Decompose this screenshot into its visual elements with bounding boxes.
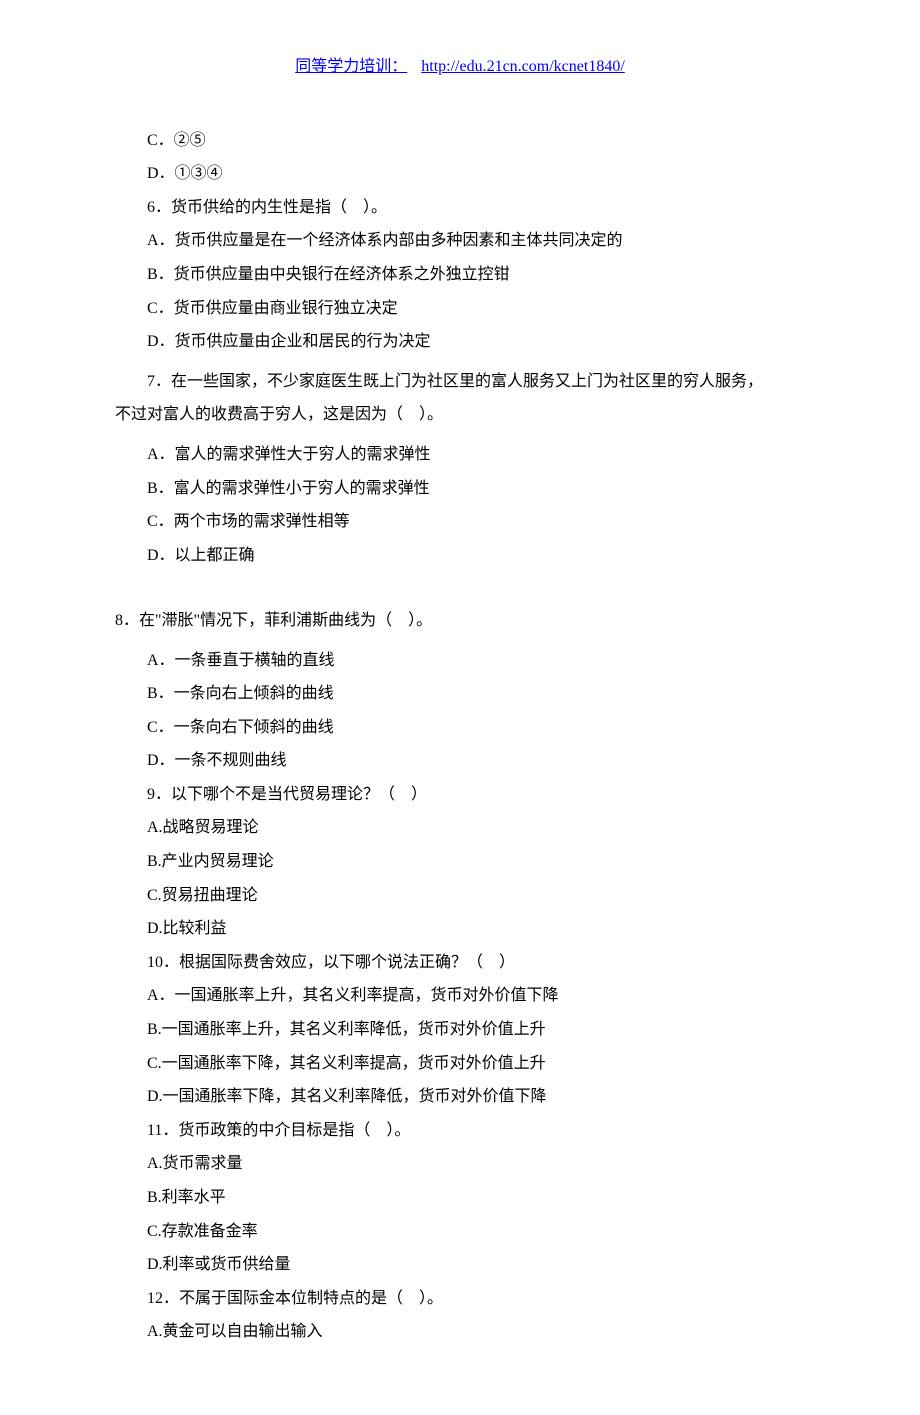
text-line: B.一国通胀率上升，其名义利率降低，货币对外价值上升 [115,1013,805,1047]
text-line: C.贸易扭曲理论 [115,879,805,913]
text-line: C.一国通胀率下降，其名义利率提高，货币对外价值上升 [115,1047,805,1081]
text-line: D．货币供应量由企业和居民的行为决定 [115,325,805,359]
text-line: C．一条向右下倾斜的曲线 [115,711,805,745]
text-line: D.一国通胀率下降，其名义利率降低，货币对外价值下降 [115,1080,805,1114]
text-line: B.产业内贸易理论 [115,845,805,879]
text-line: D．一条不规则曲线 [115,744,805,778]
header-training-link[interactable]: 同等学力培训： [295,58,407,75]
text-block: 8．在"滞胀"情况下，菲利浦斯曲线为（ ）。 [115,604,805,638]
text-line: A．一国通胀率上升，其名义利率提高，货币对外价值下降 [115,979,805,1013]
text-block: A．富人的需求弹性大于穷人的需求弹性B．富人的需求弹性小于穷人的需求弹性C．两个… [115,438,805,572]
text-line: 9．以下哪个不是当代贸易理论？（ ） [115,778,805,812]
text-line: B．一条向右上倾斜的曲线 [115,677,805,711]
text-line: 6．货币供给的内生性是指（ ）。 [115,191,805,225]
text-line: 10．根据国际费舍效应，以下哪个说法正确？（ ） [115,946,805,980]
text-line: B．富人的需求弹性小于穷人的需求弹性 [115,472,805,506]
spacer [115,578,805,604]
page-header: 同等学力培训： http://edu.21cn.com/kcnet1840/ [115,50,805,84]
text-line: 12．不属于国际金本位制特点的是（ ）。 [115,1282,805,1316]
text-line: D.利率或货币供给量 [115,1248,805,1282]
question-block: 7．在一些国家，不少家庭医生既上门为社区里的富人服务又上门为社区里的穷人服务，不… [115,365,805,432]
text-line: 8．在"滞胀"情况下，菲利浦斯曲线为（ ）。 [115,604,805,638]
text-line: A.战略贸易理论 [115,811,805,845]
text-line: 11．货币政策的中介目标是指（ ）。 [115,1114,805,1148]
text-line: B．货币供应量由中央银行在经济体系之外独立控钳 [115,258,805,292]
text-block: C．②⑤D．①③④6．货币供给的内生性是指（ ）。A．货币供应量是在一个经济体系… [115,124,805,359]
text-line: B.利率水平 [115,1181,805,1215]
text-line: 不过对富人的收费高于穷人，这是因为（ ）。 [115,398,805,432]
text-block: A．一条垂直于横轴的直线B．一条向右上倾斜的曲线C．一条向右下倾斜的曲线D．一条… [115,644,805,1349]
text-line: 7．在一些国家，不少家庭医生既上门为社区里的富人服务又上门为社区里的穷人服务， [115,365,805,399]
text-line: A.货币需求量 [115,1147,805,1181]
text-line: A．富人的需求弹性大于穷人的需求弹性 [115,438,805,472]
text-line: D．①③④ [115,157,805,191]
text-line: A．货币供应量是在一个经济体系内部由多种因素和主体共同决定的 [115,224,805,258]
text-line: D.比较利益 [115,912,805,946]
text-line: D．以上都正确 [115,539,805,573]
text-line: C．货币供应量由商业银行独立决定 [115,292,805,326]
text-line: A.黄金可以自由输出输入 [115,1315,805,1349]
text-line: C.存款准备金率 [115,1215,805,1249]
document-content: C．②⑤D．①③④6．货币供给的内生性是指（ ）。A．货币供应量是在一个经济体系… [115,124,805,1349]
text-line: C．两个市场的需求弹性相等 [115,505,805,539]
text-line: A．一条垂直于横轴的直线 [115,644,805,678]
text-line: C．②⑤ [115,124,805,158]
header-url-link[interactable]: http://edu.21cn.com/kcnet1840/ [421,58,625,75]
